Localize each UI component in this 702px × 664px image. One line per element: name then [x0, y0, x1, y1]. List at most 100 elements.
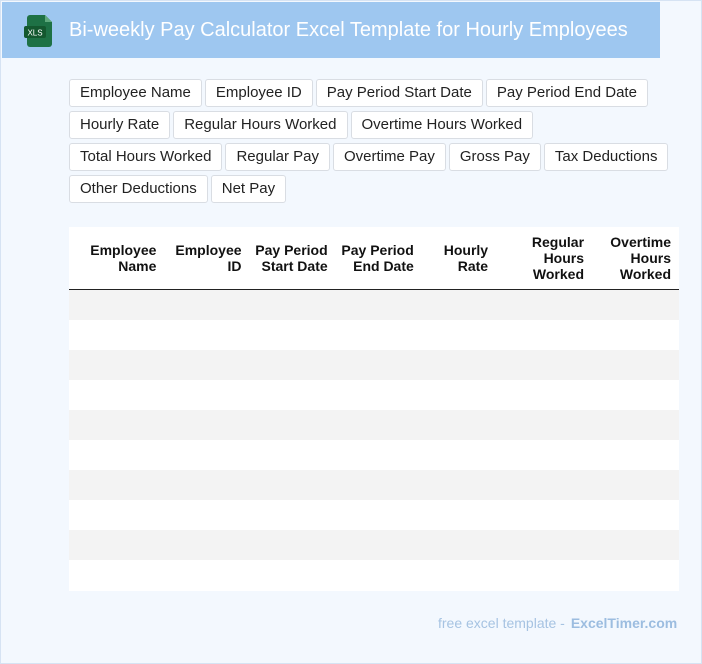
table-cell	[69, 380, 165, 410]
column-header: Hourly Rate	[421, 227, 497, 290]
field-tag: Hourly Rate	[69, 111, 171, 139]
table-cell	[496, 380, 593, 410]
table-cell	[421, 410, 497, 440]
table-cell	[592, 530, 679, 560]
table-cell	[335, 440, 422, 470]
excel-file-icon: XLS	[24, 15, 52, 47]
footer-prefix: free excel template -	[438, 615, 565, 631]
table-cell	[164, 350, 250, 380]
table-cell	[421, 440, 497, 470]
page-header: XLS Bi-weekly Pay Calculator Excel Templ…	[2, 2, 660, 58]
table-cell	[421, 530, 497, 560]
field-tag: Pay Period Start Date	[315, 79, 483, 107]
table-cell	[249, 440, 336, 470]
field-tag: Pay Period End Date	[485, 79, 648, 107]
table-cell	[592, 440, 679, 470]
table-cell	[421, 500, 497, 530]
field-tag: Regular Pay	[225, 143, 330, 171]
field-tag: Net Pay	[210, 175, 287, 203]
table-cell	[421, 350, 497, 380]
table-cell	[335, 410, 422, 440]
table-cell	[335, 380, 422, 410]
footer-brand-link[interactable]: ExcelTimer.com	[571, 615, 677, 631]
table-cell	[496, 320, 593, 350]
table-cell	[164, 380, 250, 410]
table-cell	[164, 470, 250, 500]
table-row	[69, 320, 679, 350]
table-cell	[496, 410, 593, 440]
table-cell	[335, 289, 422, 320]
column-header: Regular Hours Worked	[496, 227, 593, 290]
page-frame: XLS Bi-weekly Pay Calculator Excel Templ…	[0, 0, 702, 664]
table-cell	[421, 320, 497, 350]
column-header: Pay Period End Date	[335, 227, 422, 290]
table-cell	[164, 530, 250, 560]
table-cell	[164, 560, 250, 590]
field-tag: Employee Name	[69, 79, 202, 107]
table-cell	[69, 289, 165, 320]
table-cell	[249, 350, 336, 380]
table-cell	[592, 380, 679, 410]
field-tag: Employee ID	[204, 79, 313, 107]
table-cell	[69, 560, 165, 590]
table-row	[69, 530, 679, 560]
table-cell	[249, 410, 336, 440]
field-tag-list: Employee Name Employee ID Pay Period Start…	[69, 79, 689, 203]
column-header: Employee Name	[69, 227, 165, 290]
table-row	[69, 500, 679, 530]
table-cell	[69, 320, 165, 350]
table-row	[69, 560, 679, 590]
table-row	[69, 350, 679, 380]
field-tag: Overtime Pay	[333, 143, 446, 171]
table-cell	[249, 380, 336, 410]
table-cell	[496, 470, 593, 500]
table-cell	[496, 500, 593, 530]
column-header: Employee ID	[164, 227, 250, 290]
table-cell	[496, 560, 593, 590]
field-tag: Regular Hours Worked	[173, 111, 348, 139]
field-tag: Tax Deductions	[543, 143, 669, 171]
table-cell	[496, 440, 593, 470]
table-cell	[421, 380, 497, 410]
table-cell	[69, 440, 165, 470]
table-cell	[69, 500, 165, 530]
table-cell	[249, 320, 336, 350]
table-cell	[164, 320, 250, 350]
field-tag: Gross Pay	[448, 143, 541, 171]
table-cell	[249, 530, 336, 560]
table-cell	[592, 350, 679, 380]
field-tag: Other Deductions	[69, 175, 208, 203]
svg-text:XLS: XLS	[27, 29, 42, 38]
table-cell	[335, 530, 422, 560]
data-table-container: Employee Name Employee ID Pay Period Start…	[69, 227, 679, 591]
table-cell	[249, 500, 336, 530]
table-cell	[69, 350, 165, 380]
table-cell	[335, 470, 422, 500]
field-tag: Total Hours Worked	[69, 143, 223, 171]
table-cell	[335, 500, 422, 530]
table-cell	[421, 470, 497, 500]
column-header: Overtime Hours Worked	[592, 227, 679, 290]
data-table: Employee Name Employee ID Pay Period Start…	[69, 227, 679, 590]
table-cell	[592, 500, 679, 530]
table-cell	[592, 470, 679, 500]
page-title: Bi-weekly Pay Calculator Excel Template …	[69, 19, 628, 41]
table-cell	[335, 350, 422, 380]
table-cell	[69, 470, 165, 500]
footer-credit: free excel template - ExcelTimer.com	[438, 615, 677, 631]
table-row	[69, 380, 679, 410]
table-cell	[592, 289, 679, 320]
table-cell	[496, 350, 593, 380]
table-cell	[592, 320, 679, 350]
table-header-row: Employee Name Employee ID Pay Period Start…	[69, 227, 679, 290]
table-cell	[335, 320, 422, 350]
table-cell	[421, 289, 497, 320]
field-tag: Overtime Hours Worked	[350, 111, 534, 139]
table-cell	[335, 560, 422, 590]
table-cell	[164, 440, 250, 470]
table-cell	[496, 289, 593, 320]
column-header: Pay Period Start Date	[249, 227, 336, 290]
table-cell	[249, 560, 336, 590]
table-cell	[421, 560, 497, 590]
table-row	[69, 440, 679, 470]
